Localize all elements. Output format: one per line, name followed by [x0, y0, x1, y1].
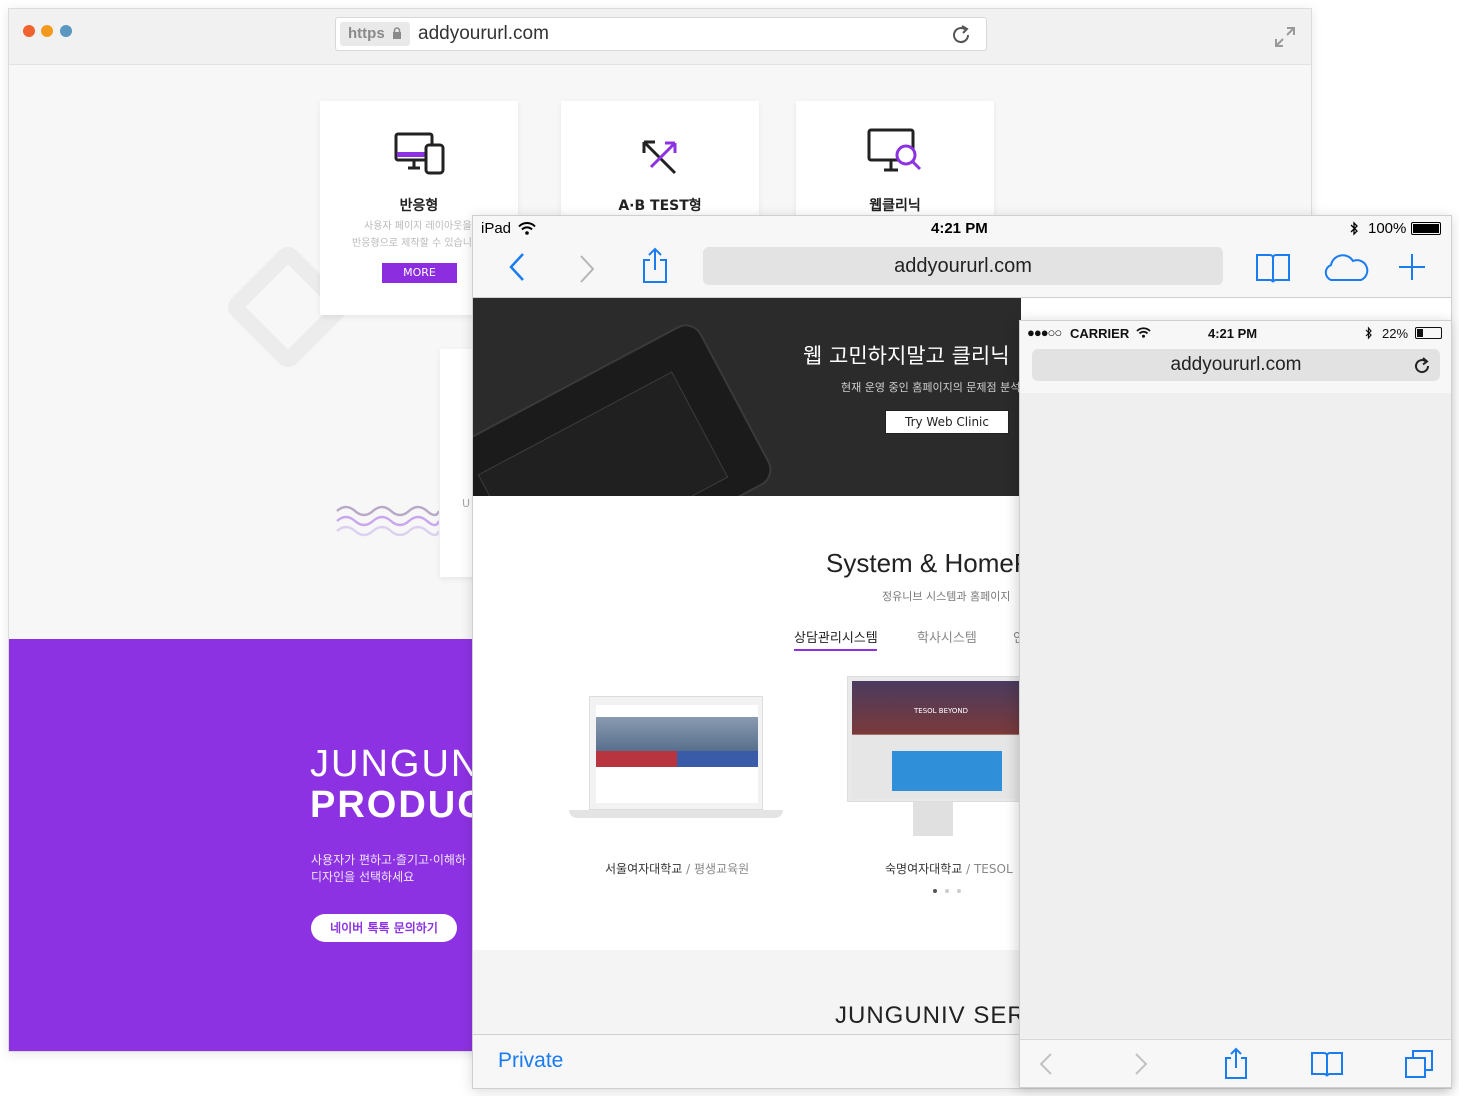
minimize-dot[interactable]: [41, 25, 53, 37]
feature-card-ab-test: A·B TEST형: [561, 101, 759, 223]
share-icon[interactable]: [641, 246, 669, 284]
laptop-base-1: [569, 810, 783, 818]
iphone-toolbar: [1020, 1039, 1451, 1087]
bookmarks-icon[interactable]: [1255, 252, 1291, 284]
pager-dot-active[interactable]: [933, 889, 937, 893]
https-badge: https: [340, 22, 410, 46]
forward-icon[interactable]: [577, 254, 597, 284]
browser-titlebar: https addyoururl.com: [9, 9, 1311, 65]
zoom-dot[interactable]: [60, 25, 72, 37]
screen-blue-band: [677, 751, 758, 767]
monitor-stand: [913, 802, 953, 836]
laptop-screen-1: [596, 705, 758, 803]
ab-test-arrows-icon: [642, 140, 677, 175]
laptop-screenshot-1[interactable]: [589, 696, 763, 810]
url-text: addyoururl.com: [418, 23, 549, 44]
caption-1-name: 서울여자대학교: [605, 862, 683, 876]
hero-subtitle: 현재 운영 중인 홈페이지의 문제점 분석: [841, 381, 1021, 394]
ipad-nav-bar: addyoururl.com: [473, 242, 1451, 298]
battery-percent: 22%: [1382, 326, 1409, 341]
bluetooth-icon: [1350, 221, 1358, 236]
tesol-screen-text: TESOL BEYOND: [914, 707, 969, 715]
screen-widget: [892, 751, 1002, 791]
naver-talk-button[interactable]: 네이버 톡톡 문의하기: [311, 914, 457, 942]
tab-academic-system[interactable]: 학사시스템: [917, 627, 977, 646]
new-tab-icon[interactable]: [1397, 252, 1427, 282]
back-icon[interactable]: [1038, 1052, 1054, 1076]
promo-heading-line2: PRODUC: [310, 784, 487, 826]
iphone-address-bar[interactable]: addyoururl.com: [1032, 349, 1440, 381]
forward-icon[interactable]: [1133, 1052, 1149, 1076]
private-button[interactable]: Private: [498, 1049, 563, 1073]
iphone-status-bar: ●●●○○ CARRIER 4:21 PM 22%: [1020, 321, 1451, 345]
card-desc-line2: 반응형으로 제작할 수 있습니: [352, 238, 472, 249]
section-subtitle: 정유니브 시스템과 홈페이지: [882, 590, 1011, 603]
wifi-icon: [518, 222, 536, 235]
tabs-icon[interactable]: [1404, 1049, 1434, 1079]
caption-1: 서울여자대학교 / 평생교육원: [605, 860, 749, 877]
promo-heading-line1: JUNGUNI: [310, 743, 493, 785]
reload-icon[interactable]: [950, 24, 972, 46]
expand-icon[interactable]: [1273, 25, 1297, 49]
caption-1-sub: / 평생교육원: [686, 862, 750, 876]
bluetooth-icon: [1365, 326, 1372, 340]
promo-desc-line1: 사용자가 편하고·즐기고·이해하: [311, 853, 466, 867]
responsive-devices-icon: [394, 132, 445, 175]
card-title: 웹클리닉: [869, 198, 921, 214]
share-icon[interactable]: [1223, 1046, 1249, 1080]
back-icon[interactable]: [507, 252, 527, 282]
active-tab-underline: [794, 649, 877, 651]
pager-dot[interactable]: [945, 889, 949, 893]
close-dot[interactable]: [23, 25, 35, 37]
promo-section: [9, 639, 479, 1051]
status-time: 4:21 PM: [1208, 326, 1258, 341]
bookmarks-icon[interactable]: [1310, 1050, 1344, 1078]
hero-title: 웹 고민하지말고 클리닉: [803, 344, 1010, 368]
ipad-status-bar: iPad 4:21 PM 100%: [473, 216, 1451, 242]
iphone-address-area: addyoururl.com: [1020, 345, 1451, 393]
monitor-screenshot-2[interactable]: TESOL BEYOND: [847, 676, 1023, 802]
feature-card-web-clinic: 웹클리닉: [796, 101, 994, 223]
section-title: System & HomeP: [826, 548, 1032, 578]
wifi-icon: [1136, 327, 1151, 338]
battery-icon: [1411, 222, 1441, 235]
caption-2-name: 숙명여자대학교: [885, 862, 963, 876]
caption-2-sub: / TESOL: [966, 862, 1013, 876]
web-clinic-hero: 웹 고민하지말고 클리닉 현재 운영 중인 홈페이지의 문제점 분석 Try W…: [473, 298, 1021, 496]
address-bar[interactable]: https addyoururl.com: [335, 17, 987, 51]
icloud-tabs-icon[interactable]: [1321, 252, 1369, 284]
caption-2: 숙명여자대학교 / TESOL: [885, 860, 1013, 877]
reload-icon[interactable]: [1413, 357, 1431, 375]
promo-desc-line2: 디자인을 선택하세요: [311, 870, 415, 884]
more-button[interactable]: MORE: [382, 263, 457, 283]
lock-icon: [392, 27, 401, 39]
tab-counseling-system[interactable]: 상담관리시스템: [794, 627, 878, 646]
ipad-address-bar[interactable]: addyoururl.com: [703, 247, 1223, 285]
battery-percent: 100%: [1368, 220, 1407, 237]
pager-dot[interactable]: [957, 889, 961, 893]
card-title: A·B TEST형: [618, 198, 702, 214]
carrier-label: CARRIER: [1070, 326, 1130, 341]
services-title: JUNGUNIV SERV: [835, 1002, 1043, 1029]
wave-decoration: [336, 505, 439, 537]
card-desc-line1: 사용자 페이지 레이아웃을: [364, 221, 472, 232]
monitor-screen-2: TESOL BEYOND: [852, 681, 1022, 799]
web-clinic-monitor-icon: [867, 128, 922, 172]
device-label: iPad: [481, 220, 512, 237]
https-label: https: [348, 25, 385, 42]
status-time: 4:21 PM: [931, 220, 988, 237]
try-web-clinic-button[interactable]: Try Web Clinic: [885, 410, 1009, 434]
battery-icon: [1415, 327, 1442, 339]
card-title: 반응형: [399, 198, 439, 214]
iphone-browser: ●●●○○ CARRIER 4:21 PM 22% addyoururl.com: [1019, 320, 1452, 1088]
hidden-card-letter: U: [462, 497, 471, 510]
signal-dots-icon: ●●●○○: [1027, 325, 1062, 340]
screen-red-band: [596, 751, 677, 767]
